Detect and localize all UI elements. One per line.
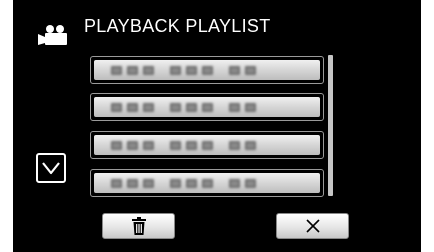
blurred-playlist-name-icon: [111, 66, 256, 75]
delete-button[interactable]: [102, 213, 175, 239]
chevron-down-icon: [42, 162, 60, 175]
blurred-playlist-name-icon: [111, 179, 256, 188]
close-button[interactable]: [276, 213, 349, 239]
playlist-item-4[interactable]: [90, 169, 324, 197]
playlist-item-1[interactable]: [90, 56, 324, 84]
playlist-item-3[interactable]: [90, 131, 324, 159]
page-title: PLAYBACK PLAYLIST: [84, 16, 271, 36]
close-icon: [305, 219, 320, 233]
blurred-playlist-name-icon: [111, 141, 256, 150]
playlist-item-2[interactable]: [90, 93, 324, 121]
camera-lcd-screen: PLAYBACK PLAYLIST: [13, 0, 421, 252]
scrollbar[interactable]: [328, 55, 333, 196]
blurred-playlist-name-icon: [111, 103, 256, 112]
video-camera-icon: [38, 24, 72, 46]
scroll-down-button[interactable]: [36, 153, 66, 183]
trash-icon: [131, 217, 146, 235]
